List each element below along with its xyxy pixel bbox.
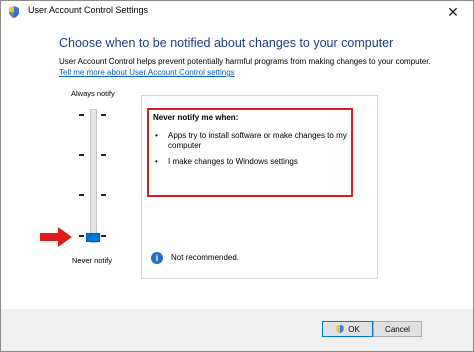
main-content: Choose when to be notified about changes… bbox=[1, 23, 473, 309]
bullet: • bbox=[155, 131, 158, 140]
slider-tick-left bbox=[79, 194, 84, 196]
slider-tick-right bbox=[101, 194, 106, 196]
close-icon: ✕ bbox=[447, 3, 459, 20]
slider-tick-right bbox=[101, 235, 106, 237]
slider-tick-right bbox=[101, 114, 106, 116]
info-item: I make changes to Windows settings bbox=[168, 157, 298, 166]
title-bar: User Account Control Settings ✕ bbox=[1, 1, 473, 23]
slider-tick-left bbox=[79, 154, 84, 156]
page-heading: Choose when to be notified about changes… bbox=[59, 36, 394, 50]
ok-button-label: OK bbox=[348, 324, 360, 334]
button-bar: OK Cancel bbox=[1, 309, 473, 351]
window-title: User Account Control Settings bbox=[28, 5, 149, 15]
notification-slider-track[interactable] bbox=[90, 109, 97, 243]
uac-shield-icon bbox=[9, 6, 19, 18]
slider-tick-left bbox=[79, 114, 84, 116]
recommendation-text: Not recommended. bbox=[171, 253, 240, 262]
info-item: Apps try to install software or make cha… bbox=[168, 131, 347, 150]
cancel-button[interactable]: Cancel bbox=[373, 321, 422, 337]
uac-settings-window: User Account Control Settings ✕ Choose w… bbox=[0, 0, 474, 352]
slider-tick-left bbox=[79, 235, 84, 237]
slider-top-label: Always notify bbox=[71, 89, 115, 98]
info-panel-title: Never notify me when: bbox=[153, 113, 239, 122]
info-icon: i bbox=[151, 252, 163, 264]
red-arrow-icon bbox=[40, 227, 72, 247]
learn-more-link[interactable]: Tell me more about User Account Control … bbox=[59, 68, 235, 77]
slider-tick-right bbox=[101, 154, 106, 156]
close-button[interactable]: ✕ bbox=[433, 1, 473, 23]
bullet: • bbox=[155, 157, 158, 166]
notification-slider-thumb[interactable] bbox=[86, 233, 100, 242]
description-text: User Account Control helps prevent poten… bbox=[59, 57, 431, 66]
uac-shield-icon bbox=[336, 324, 344, 334]
slider-bottom-label: Never notify bbox=[72, 256, 113, 265]
ok-button[interactable]: OK bbox=[322, 321, 373, 337]
